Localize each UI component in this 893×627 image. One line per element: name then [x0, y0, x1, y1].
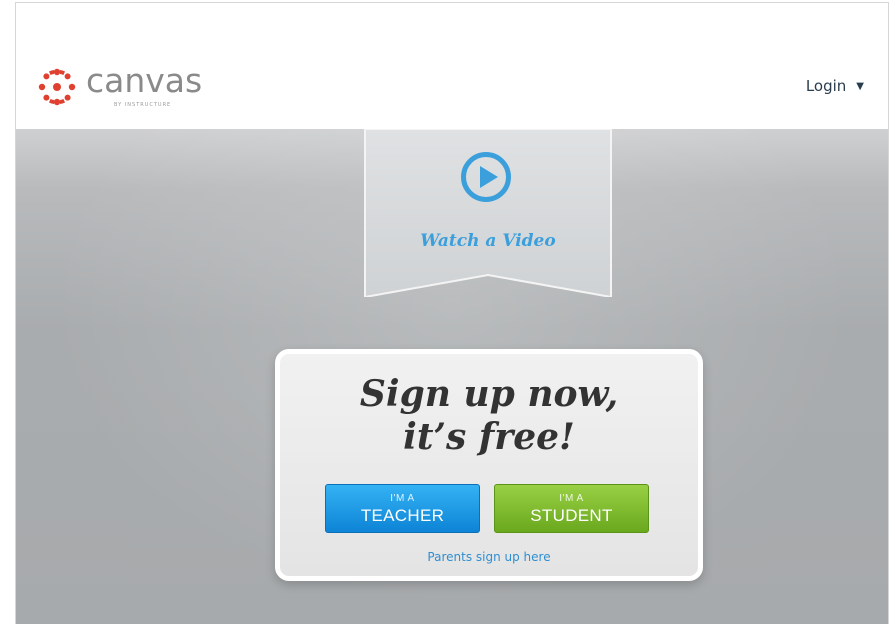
teacher-signup-button[interactable]: I'M A TEACHER: [325, 484, 480, 533]
canvas-logo[interactable]: canvas BY INSTRUCTURE: [38, 61, 208, 117]
student-button-small-text: I'M A: [559, 493, 584, 504]
login-label: Login: [805, 77, 847, 95]
logo-subtext: BY INSTRUCTURE: [114, 102, 172, 108]
caret-down-icon: ▼: [856, 81, 864, 92]
watch-video-banner[interactable]: Watch a Video: [364, 129, 612, 297]
student-signup-button[interactable]: I'M A STUDENT: [494, 484, 649, 533]
teacher-button-label: TEACHER: [360, 506, 445, 525]
signup-headline-line1: Sign up now,: [359, 373, 619, 415]
top-header: canvas BY INSTRUCTURE Login ▼: [16, 3, 888, 129]
watch-video-label: Watch a Video: [420, 231, 556, 251]
canvas-logo-icon: [38, 68, 76, 106]
signup-headline-line2: it’s free!: [403, 416, 575, 458]
student-button-label: STUDENT: [530, 506, 613, 525]
page-frame: canvas BY INSTRUCTURE Login ▼ Watch a Vi…: [15, 2, 889, 624]
parents-signup-link[interactable]: Parents sign up here: [280, 550, 698, 564]
signup-card: Sign up now, it’s free! I'M A TEACHER I'…: [275, 349, 703, 581]
logo-wordmark: canvas: [86, 61, 203, 100]
login-menu[interactable]: Login ▼: [806, 77, 864, 95]
hero-section: Watch a Video Sign up now, it’s free! I'…: [16, 129, 888, 624]
play-circle-icon: [461, 152, 511, 202]
teacher-button-small-text: I'M A: [390, 493, 415, 504]
